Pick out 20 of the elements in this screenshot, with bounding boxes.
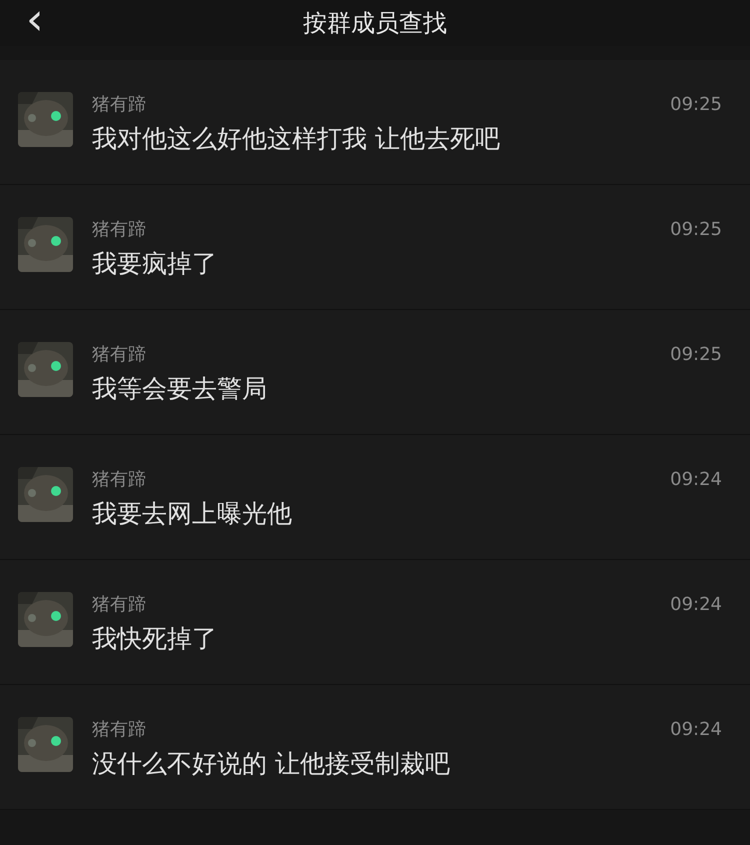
message-text: 我要疯掉了 (92, 248, 218, 280)
message-time: 09:24 (670, 468, 722, 490)
message-text: 我要去网上曝光他 (92, 498, 293, 530)
message-text: 我等会要去警局 (92, 373, 268, 405)
back-button[interactable]: ‹ (26, 0, 44, 40)
message-time: 09:25 (670, 218, 722, 240)
page-title: 按群成员查找 (303, 8, 447, 39)
message-time: 09:25 (670, 344, 722, 364)
sender-name: 猪有蹄 (92, 218, 146, 241)
message-time: 09:24 (670, 718, 722, 740)
message-time: 09:25 (670, 94, 722, 114)
message-text: 没什么不好说的 让他接受制裁吧 (92, 748, 451, 780)
sender-name: 猪有蹄 (92, 343, 146, 366)
sender-name: 猪有蹄 (92, 718, 146, 741)
message-text: 我快死掉了 (92, 623, 218, 655)
message-text: 我对他这么好他这样打我 让他去死吧 (92, 123, 501, 155)
sender-name: 猪有蹄 (92, 593, 146, 616)
sender-name: 猪有蹄 (92, 468, 146, 491)
sender-name: 猪有蹄 (92, 93, 146, 116)
message-time: 09:24 (670, 594, 722, 614)
